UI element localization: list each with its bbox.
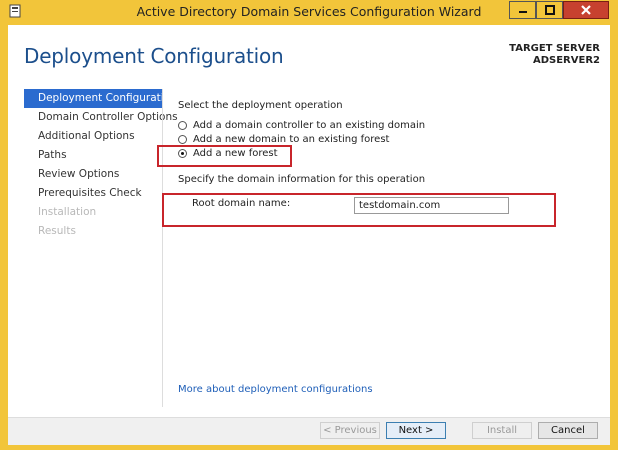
cancel-button[interactable]: Cancel: [538, 422, 598, 439]
step-additional-options[interactable]: Additional Options: [24, 127, 162, 146]
next-button[interactable]: Next >: [386, 422, 446, 439]
option-existing-domain[interactable]: Add a domain controller to an existing d…: [178, 118, 598, 132]
option-existing-domain-label: Add a domain controller to an existing d…: [193, 119, 426, 131]
root-domain-label: Root domain name:: [192, 198, 291, 209]
maximize-button[interactable]: [536, 1, 563, 19]
maximize-icon: [544, 5, 555, 15]
title-bar[interactable]: Active Directory Domain Services Configu…: [0, 0, 618, 25]
step-review-options[interactable]: Review Options: [24, 165, 162, 184]
minimize-icon: [518, 11, 527, 13]
more-about-deployment-link[interactable]: More about deployment configurations: [178, 384, 373, 395]
step-prerequisites-check[interactable]: Prerequisites Check: [24, 184, 162, 203]
minimize-button[interactable]: [509, 1, 536, 19]
wizard-content: Deployment Configuration TARGET SERVER A…: [8, 25, 610, 417]
domain-info-label: Specify the domain information for this …: [178, 174, 426, 185]
close-icon: [581, 5, 591, 15]
main-panel: Select the deployment operation Add a do…: [178, 89, 598, 185]
highlight-new-forest: [157, 145, 292, 167]
target-server-label: TARGET SERVER: [509, 43, 600, 54]
option-new-domain-label: Add a new domain to an existing forest: [193, 133, 390, 145]
step-paths[interactable]: Paths: [24, 146, 162, 165]
step-installation: Installation: [38, 206, 97, 218]
step-domain-controller-options[interactable]: Domain Controller Options: [24, 108, 178, 127]
target-server: TARGET SERVER ADSERVER2: [509, 43, 600, 67]
sidebar-divider: [162, 89, 163, 407]
radio-existing-domain[interactable]: [178, 120, 187, 130]
page-title: Deployment Configuration: [24, 44, 284, 68]
previous-button[interactable]: < Previous: [320, 422, 380, 439]
step-results: Results: [38, 225, 76, 237]
radio-new-domain[interactable]: [178, 134, 187, 144]
button-bar: < Previous Next > Install Cancel: [8, 417, 610, 445]
option-new-domain[interactable]: Add a new domain to an existing forest: [178, 132, 598, 146]
install-button[interactable]: Install: [472, 422, 532, 439]
root-domain-input[interactable]: [354, 197, 509, 214]
operation-label: Select the deployment operation: [178, 100, 343, 111]
wizard-steps: Deployment Configuration Domain Controll…: [24, 89, 178, 241]
wizard-window: Active Directory Domain Services Configu…: [0, 0, 618, 450]
target-server-name: ADSERVER2: [532, 55, 600, 66]
close-button[interactable]: [563, 1, 609, 19]
step-deployment-configuration[interactable]: Deployment Configuration: [24, 89, 177, 108]
